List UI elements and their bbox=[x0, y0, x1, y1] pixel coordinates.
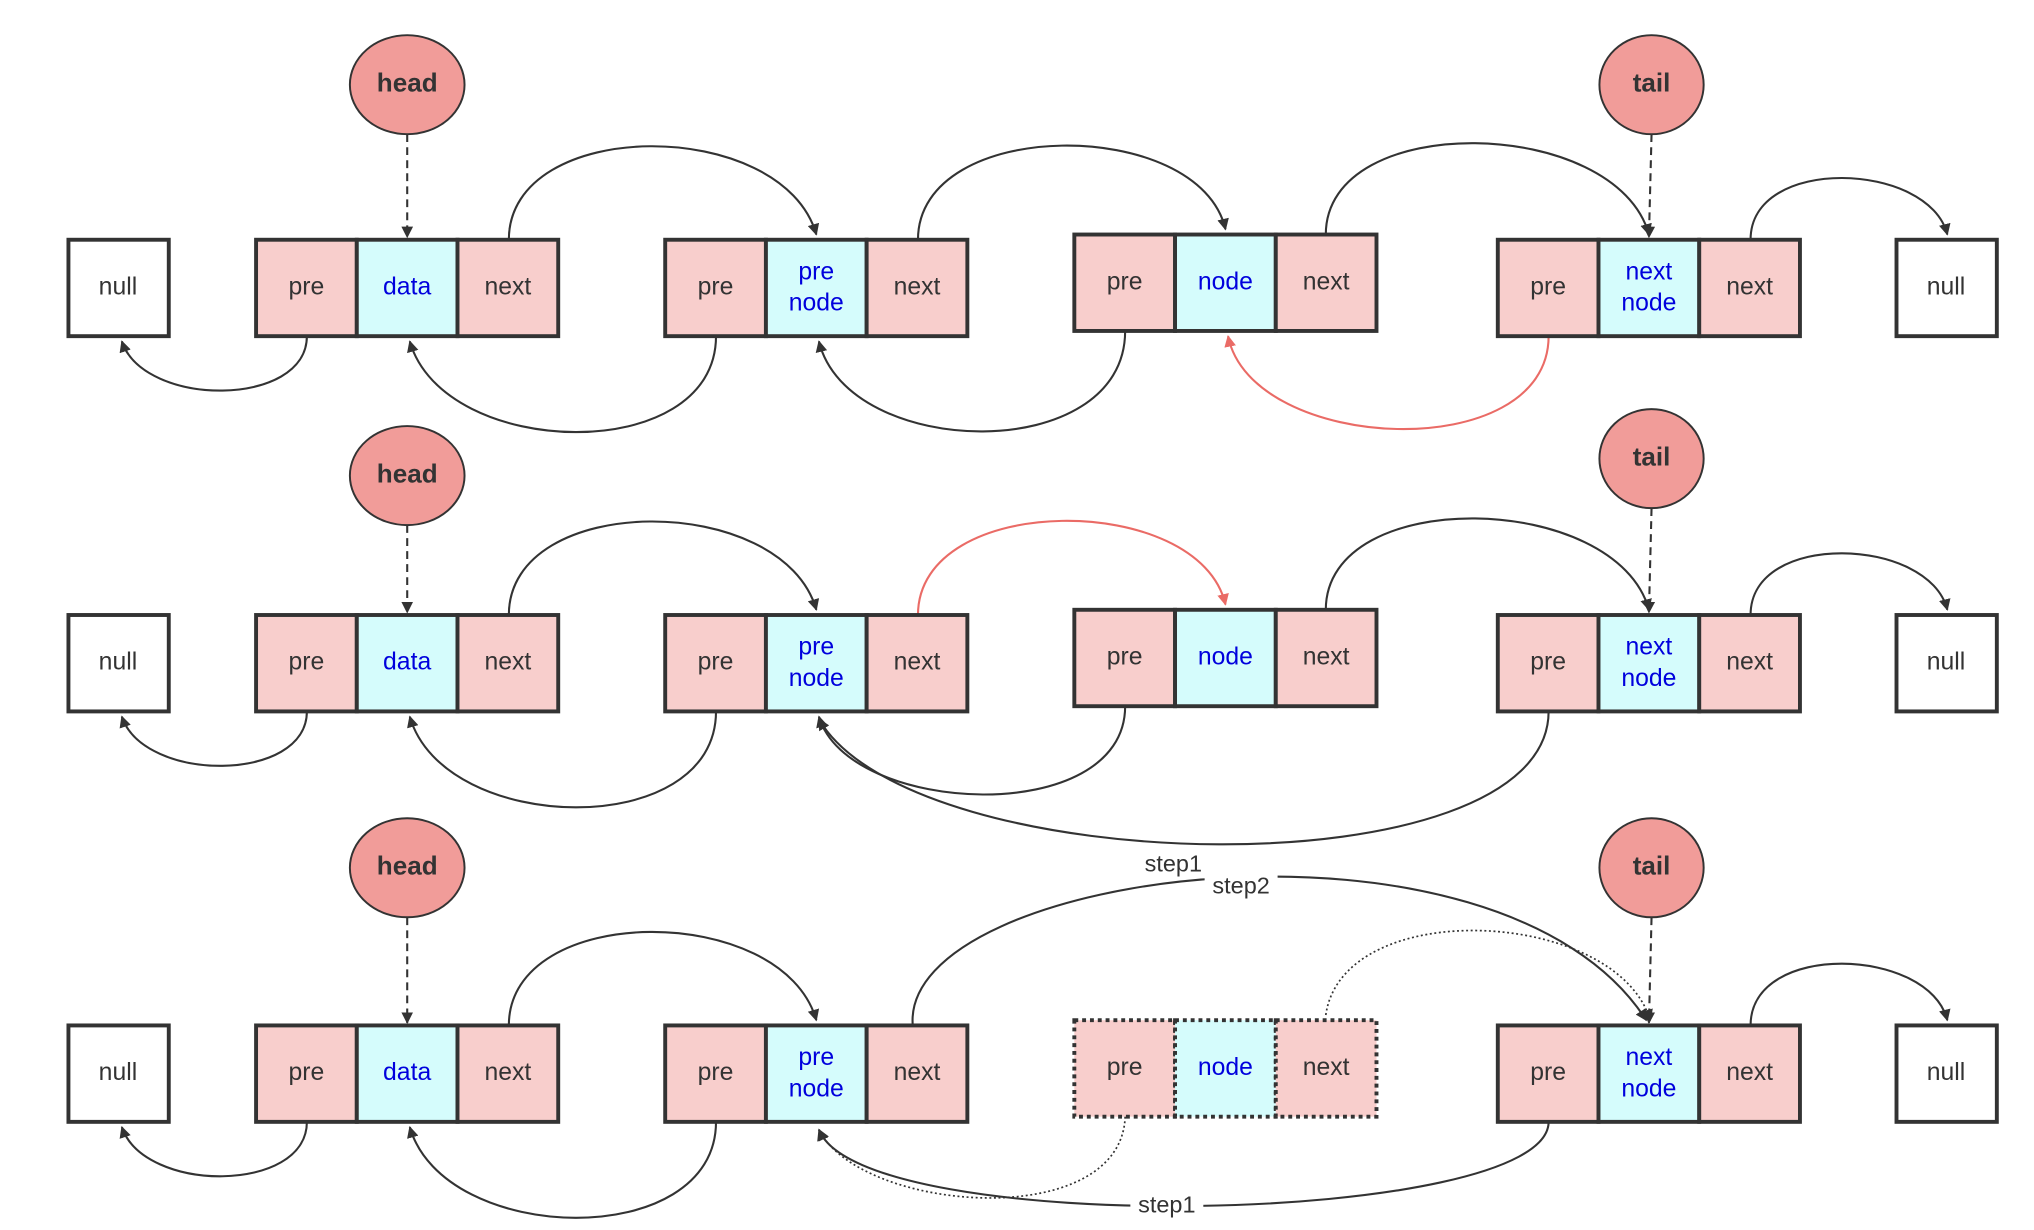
node-data-field bbox=[1596, 613, 1702, 714]
node-pre-label: pre bbox=[1107, 268, 1143, 295]
node-pre-label: pre bbox=[289, 273, 325, 300]
next-edge bbox=[916, 144, 1229, 240]
highlight-pre-edge bbox=[1224, 335, 1550, 431]
list-node: prepre nodenext bbox=[663, 237, 970, 339]
step2-label: step2 bbox=[1212, 873, 1269, 899]
tail-pointer-edge bbox=[1643, 508, 1656, 614]
tail-label: tail bbox=[1633, 68, 1671, 98]
next-edge bbox=[507, 520, 820, 616]
list-node: pre node next bbox=[1072, 1018, 1379, 1119]
node-next-label: next bbox=[1303, 268, 1350, 295]
list-node: pre data next bbox=[254, 1023, 561, 1124]
list-row-2: null nullpre data next prepre nodenext pre node… bbox=[66, 408, 1999, 879]
list-node: prenext nodenext bbox=[1495, 237, 1802, 339]
list-row-3: null nullpre data next prepre nodenext pre node… bbox=[66, 817, 1999, 1220]
next-edge bbox=[507, 145, 820, 240]
pre-edge bbox=[119, 1121, 308, 1178]
node-pre-label: pre bbox=[698, 1059, 734, 1086]
next-edge bbox=[1324, 517, 1652, 611]
step1-label: step1 bbox=[1145, 850, 1202, 876]
list-node: prepre nodenext bbox=[663, 613, 970, 714]
null-label: null bbox=[99, 1059, 138, 1086]
node-next-label: next bbox=[484, 649, 531, 676]
node-pre-label: pre bbox=[698, 649, 734, 676]
next-edge bbox=[1749, 552, 1951, 616]
null-label: null bbox=[99, 273, 138, 300]
node-pre-label: pre bbox=[1107, 1054, 1143, 1081]
node-next-label: next bbox=[484, 273, 531, 300]
pre-edge bbox=[816, 706, 1127, 796]
node-data-field bbox=[763, 613, 869, 714]
node-data-label: node bbox=[1198, 644, 1253, 671]
step2-edge bbox=[911, 875, 1648, 1026]
null-label: null bbox=[1927, 1059, 1966, 1086]
null-label: null bbox=[99, 649, 138, 676]
old-next-edge bbox=[1324, 929, 1653, 1022]
linked-list-diagram: null nullpre data next prepre nodenext pre node… bbox=[66, 34, 1999, 1220]
head-label: head bbox=[377, 68, 438, 98]
node-data-label: node bbox=[1198, 268, 1253, 295]
node-next-label: next bbox=[1726, 1059, 1773, 1086]
head-label: head bbox=[377, 851, 438, 881]
list-node: pre data next bbox=[254, 613, 561, 714]
node-pre-label: pre bbox=[289, 1059, 325, 1086]
pre-edge bbox=[119, 336, 308, 392]
next-edge bbox=[1749, 962, 1951, 1026]
node-next-label: next bbox=[484, 1059, 531, 1086]
tail-pointer-edge bbox=[1643, 134, 1656, 239]
node-next-label: next bbox=[894, 649, 941, 676]
node-next-label: next bbox=[1726, 649, 1773, 676]
node-pre-label: pre bbox=[1530, 649, 1566, 676]
next-edge bbox=[1324, 142, 1652, 236]
node-next-label: next bbox=[1303, 644, 1350, 671]
list-node: pre node next bbox=[1072, 607, 1379, 709]
next-edge bbox=[507, 930, 820, 1026]
node-next-label: next bbox=[1726, 273, 1773, 300]
node-pre-label: pre bbox=[289, 649, 325, 676]
pre-edge bbox=[407, 1121, 718, 1219]
next-edge bbox=[1749, 177, 1951, 240]
node-pre-label: pre bbox=[1530, 1059, 1566, 1086]
node-pre-label: pre bbox=[698, 273, 734, 300]
pre-edge bbox=[407, 336, 718, 433]
node-next-label: next bbox=[894, 1059, 941, 1086]
node-data-field bbox=[763, 237, 869, 339]
node-data-field bbox=[1596, 1023, 1702, 1124]
node-data-label: data bbox=[383, 1059, 431, 1086]
list-node: pre data next bbox=[254, 237, 561, 339]
list-node: prepre nodenext bbox=[663, 1023, 970, 1124]
node-pre-label: pre bbox=[1530, 273, 1566, 300]
head-label: head bbox=[377, 458, 438, 488]
step1-label: step1 bbox=[1138, 1192, 1195, 1218]
node-data-label: node bbox=[1198, 1054, 1253, 1081]
null-label: null bbox=[1927, 649, 1966, 676]
node-data-field bbox=[1596, 237, 1702, 339]
old-pre-edge bbox=[818, 1116, 1126, 1199]
null-label: null bbox=[1927, 273, 1966, 300]
step1-edge bbox=[818, 711, 1550, 846]
highlight-next-edge bbox=[916, 519, 1229, 616]
node-data-label: data bbox=[383, 273, 431, 300]
list-node: pre node next bbox=[1072, 232, 1379, 333]
node-next-label: next bbox=[894, 273, 941, 300]
node-data-label: data bbox=[383, 649, 431, 676]
pre-edge bbox=[815, 330, 1127, 433]
list-node: prenext nodenext bbox=[1495, 1023, 1802, 1124]
tail-label: tail bbox=[1633, 442, 1671, 472]
node-pre-label: pre bbox=[1107, 644, 1143, 671]
list-node: prenext nodenext bbox=[1495, 613, 1802, 714]
tail-label: tail bbox=[1633, 851, 1671, 881]
list-row-1: null nullpre data next prepre nodenext pre node… bbox=[66, 34, 1999, 339]
node-next-label: next bbox=[1303, 1054, 1350, 1081]
tail-pointer-edge bbox=[1643, 917, 1656, 1025]
pre-edge bbox=[119, 711, 308, 767]
node-data-field bbox=[763, 1023, 869, 1124]
pre-edge bbox=[407, 711, 718, 809]
